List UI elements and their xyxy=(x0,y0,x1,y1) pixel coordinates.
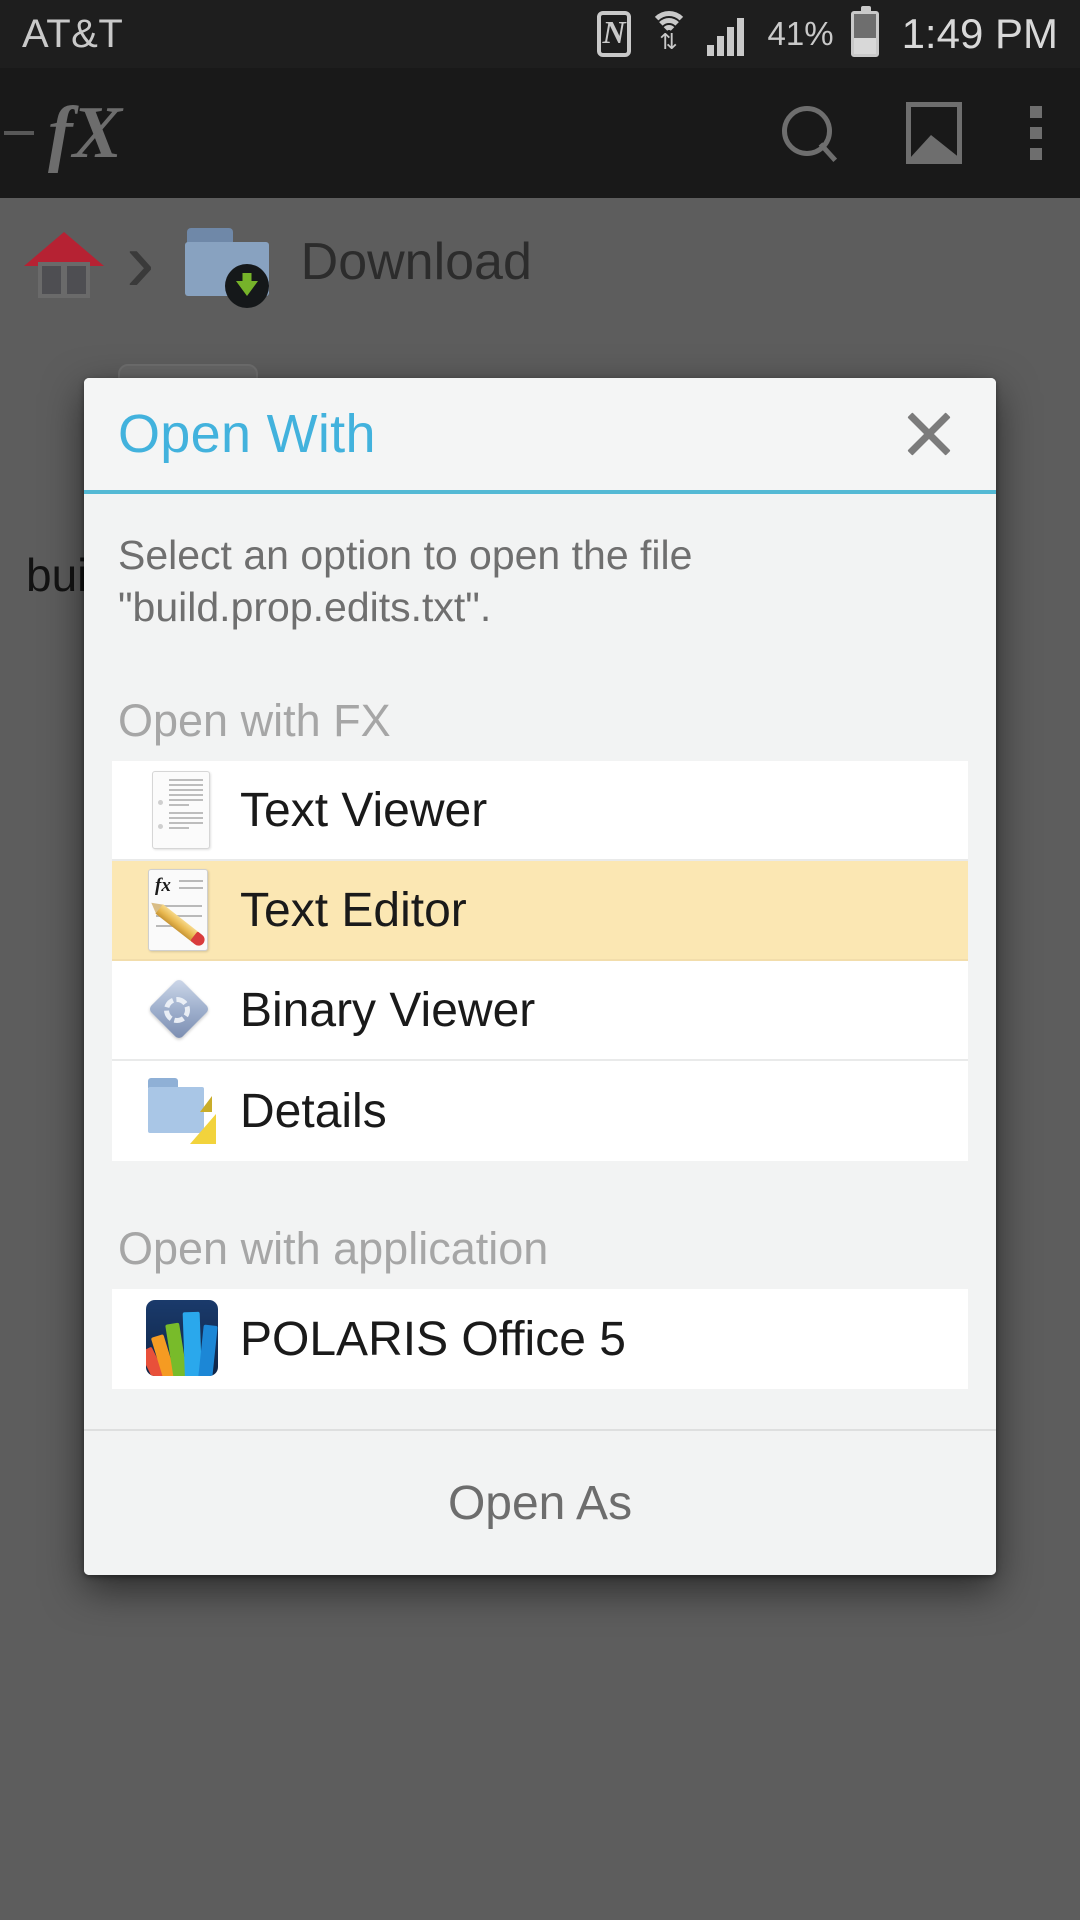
status-bar: AT&T N ⇅ 41% 1:49 PM xyxy=(0,0,1080,68)
option-label: Binary Viewer xyxy=(240,983,536,1037)
option-label: Text Editor xyxy=(240,883,467,937)
option-row-binary-viewer[interactable]: Binary Viewer xyxy=(112,961,968,1062)
text-document-icon xyxy=(138,767,218,853)
open-as-label: Open As xyxy=(447,1476,633,1530)
option-label: Details xyxy=(240,1084,387,1138)
fx-logo-label: fX xyxy=(48,92,122,174)
text-editor-icon: fx xyxy=(138,867,218,953)
nfc-icon: N xyxy=(596,11,631,57)
close-icon[interactable] xyxy=(898,403,960,465)
android-screen: AT&T N ⇅ 41% 1:49 PM fX › Download bui O… xyxy=(0,0,1080,1920)
option-row-polaris-office[interactable]: POLARIS Office 5 xyxy=(112,1289,968,1390)
fx-option-list: Text Viewer fx Text Editor Binary Viewer… xyxy=(84,761,996,1162)
breadcrumb-current-folder[interactable]: Download xyxy=(301,232,532,292)
option-row-text-viewer[interactable]: Text Viewer xyxy=(112,761,968,862)
polaris-office-icon xyxy=(138,1296,218,1382)
breadcrumb: › Download xyxy=(0,198,1080,326)
battery-percent-label: 41% xyxy=(767,15,834,52)
open-with-dialog: Open With Select an option to open the f… xyxy=(84,378,996,1576)
dialog-description: Select an option to open the file "build… xyxy=(118,532,693,630)
breadcrumb-separator: › xyxy=(126,214,155,310)
search-icon[interactable] xyxy=(780,104,838,162)
option-row-details[interactable]: Details xyxy=(112,1061,968,1162)
option-row-text-editor[interactable]: fx Text Editor xyxy=(112,861,968,962)
dialog-title: Open With xyxy=(118,404,376,464)
section-header-application: Open with application xyxy=(118,1223,549,1275)
dialog-header: Open With xyxy=(84,378,996,494)
section-header-fx: Open with FX xyxy=(118,695,391,747)
battery-icon xyxy=(850,6,879,57)
menu-dash-icon xyxy=(4,131,34,135)
binary-diamond-icon xyxy=(138,967,218,1053)
application-option-list: POLARIS Office 5 xyxy=(84,1289,996,1390)
overflow-menu-icon[interactable] xyxy=(1030,106,1042,160)
folder-ruler-icon xyxy=(138,1068,218,1154)
fx-logo[interactable]: fX xyxy=(4,92,122,174)
gallery-icon[interactable] xyxy=(906,102,962,164)
carrier-label: AT&T xyxy=(22,11,124,56)
option-label: Text Viewer xyxy=(240,783,488,837)
dialog-body: Select an option to open the file "build… xyxy=(84,494,996,1390)
home-icon[interactable] xyxy=(20,226,108,298)
cellular-signal-icon xyxy=(706,12,751,56)
open-as-button[interactable]: Open As xyxy=(84,1429,996,1576)
option-label: POLARIS Office 5 xyxy=(240,1312,626,1366)
download-folder-icon[interactable] xyxy=(181,222,277,308)
app-bar-actions xyxy=(780,102,1054,164)
clock-label: 1:49 PM xyxy=(901,10,1058,57)
status-icons: N ⇅ 41% 1:49 PM xyxy=(596,6,1058,58)
wifi-icon: ⇅ xyxy=(648,11,690,57)
app-bar: fX xyxy=(0,68,1080,198)
background-file-label: bui xyxy=(26,549,88,601)
